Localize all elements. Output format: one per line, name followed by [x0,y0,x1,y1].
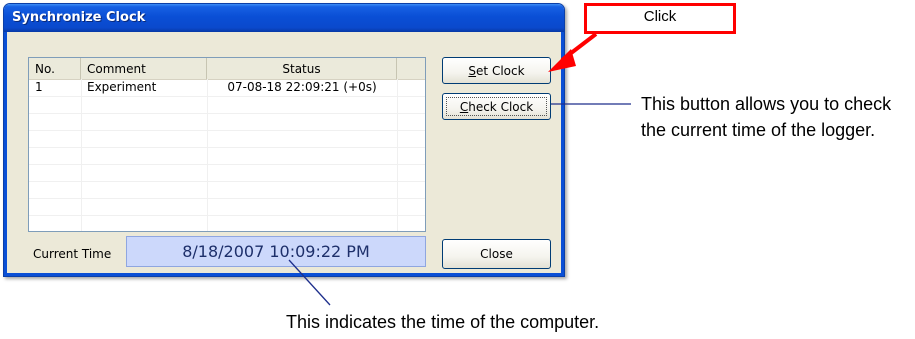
title-bar[interactable]: Synchronize Clock [4,4,564,32]
cell-no: 1 [35,80,43,94]
cell-status: 07-08-18 22:09:21 (+0s) [227,80,377,94]
mnemonic-s: S [468,63,477,78]
mnemonic-c: C [459,99,469,114]
column-header-status[interactable]: Status [207,58,397,79]
close-button[interactable]: Close [442,239,551,269]
column-header-no[interactable]: No. [29,58,81,79]
table-row-empty [29,215,425,231]
table-row-empty [29,113,425,131]
list-header: No. Comment Status [29,58,425,80]
logger-list[interactable]: No. Comment Status 1 Experiment 07-08-18… [28,57,426,232]
column-header-comment[interactable]: Comment [81,58,207,79]
current-time-display: 8/18/2007 10:09:22 PM [126,236,426,267]
set-clock-button[interactable]: Set Clock [442,57,551,84]
cell-comment: Experiment [87,80,157,94]
column-header-blank [397,58,425,79]
check-clock-button[interactable]: Check Clock [442,93,551,120]
check-clock-label: Check Clock [443,100,550,114]
window-title: Synchronize Clock [12,10,146,25]
check-clock-callout: This button allows you to check the curr… [641,94,892,140]
window-border-bottom [4,273,564,276]
table-row[interactable]: 1 Experiment 07-08-18 22:09:21 (+0s) [29,79,425,97]
table-row-empty [29,147,425,165]
table-row-empty [29,181,425,199]
table-row-empty [29,96,425,114]
close-label: Close [480,247,513,261]
table-row-empty [29,198,425,216]
set-clock-label: Set Clock [443,64,550,78]
click-annotation-box: Click [584,3,736,34]
window-border-left [4,32,7,276]
set-clock-label-rest: et Clock [476,63,525,78]
computer-time-callout: This indicates the time of the computer. [286,312,600,332]
current-time-label: Current Time [33,247,112,261]
table-row-empty [29,164,425,182]
table-row-empty [29,130,425,148]
check-clock-label-rest: heck Clock [468,99,534,114]
window-border-right [561,32,564,276]
